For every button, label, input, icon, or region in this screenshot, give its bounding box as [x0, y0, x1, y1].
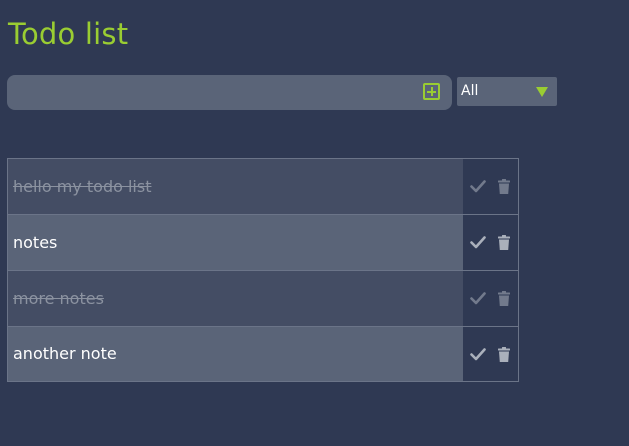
filter-select[interactable]: All: [457, 77, 557, 106]
todo-item-text: more notes: [8, 271, 463, 326]
todo-item-actions: [463, 215, 518, 270]
todo-item-text: notes: [8, 215, 463, 270]
trash-icon[interactable]: [498, 347, 510, 362]
todo-item: hello my todo list: [7, 158, 519, 214]
todo-list: hello my todo list notes more notes anot…: [7, 158, 519, 382]
filter-selected-value: All: [461, 83, 479, 99]
triangle-down-icon: [536, 87, 548, 97]
todo-item-actions: [463, 271, 518, 326]
trash-icon[interactable]: [498, 179, 510, 194]
checkmark-icon[interactable]: [470, 346, 486, 362]
add-todo-bar: [7, 75, 452, 110]
page-title: Todo list: [8, 17, 129, 51]
checkmark-icon[interactable]: [470, 234, 486, 250]
checkmark-icon[interactable]: [470, 178, 486, 194]
todo-input[interactable]: [15, 75, 415, 110]
todo-item-actions: [463, 327, 518, 381]
todo-item: another note: [7, 326, 519, 382]
trash-icon[interactable]: [498, 291, 510, 306]
todo-item-actions: [463, 159, 518, 214]
trash-icon[interactable]: [498, 235, 510, 250]
todo-item: more notes: [7, 270, 519, 326]
add-todo-button[interactable]: [423, 83, 440, 100]
todo-item: notes: [7, 214, 519, 270]
todo-item-text: hello my todo list: [8, 159, 463, 214]
checkmark-icon[interactable]: [470, 290, 486, 306]
todo-item-text: another note: [8, 327, 463, 381]
